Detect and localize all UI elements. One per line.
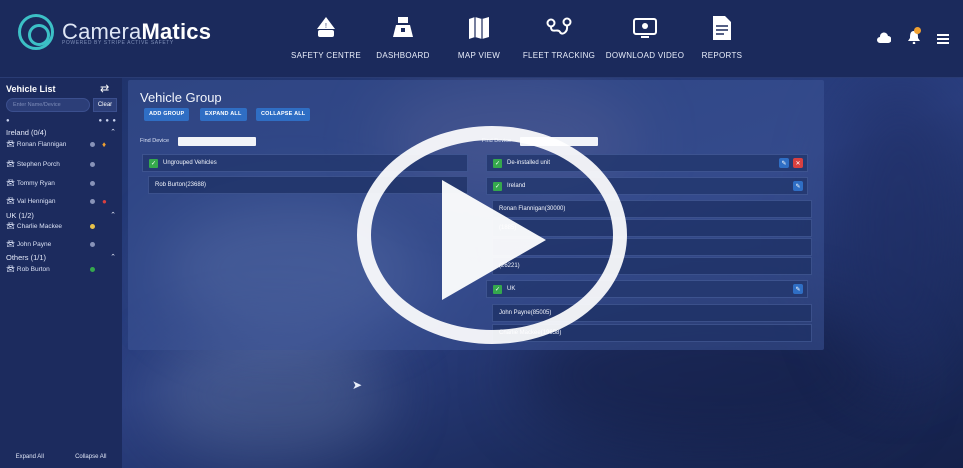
group-others[interactable]: Others (1/1) ⌃ [6, 253, 118, 262]
cloud-upload-icon[interactable] [877, 31, 892, 49]
car-icon: 🚘︎ [6, 241, 15, 248]
svg-text:!: ! [325, 23, 327, 30]
status-dot [90, 161, 95, 167]
status-dot [90, 223, 95, 229]
group-uk[interactable]: UK (1/2) ⌃ [6, 211, 118, 220]
vehicle-list-sidebar: Vehicle List ⇄ Enter Name/Device Clear ●… [0, 78, 122, 468]
add-group-button[interactable]: ADD GROUP [144, 108, 190, 121]
clear-search-button[interactable]: Clear [93, 98, 117, 112]
status-dot [90, 266, 95, 272]
brand-tagline: POWERED BY STRIPE ACTIVE SAFETY [62, 40, 174, 46]
nav-fleet-tracking[interactable]: FLEET TRACKING [518, 14, 600, 60]
nav-reports[interactable]: REPORTS [690, 14, 754, 60]
car-icon: 🚘︎ [6, 198, 15, 205]
car-icon: 🚘︎ [6, 161, 15, 168]
edit-icon[interactable]: ✎ [793, 284, 803, 294]
car-icon: 🚘︎ [6, 266, 15, 273]
car-icon: 🚘︎ [6, 180, 15, 187]
status-filter-row: ● ● ● ● [6, 118, 116, 124]
camera-lens-icon [18, 14, 54, 50]
collapse-all-button[interactable]: COLLAPSE ALL [256, 108, 311, 121]
vehicle-item[interactable]: 🚘︎ Val Hennigan ● [6, 196, 118, 206]
header-actions [877, 27, 949, 49]
swap-arrows-icon[interactable]: ⇄ [100, 82, 109, 95]
group-ireland[interactable]: Ireland (0/4) ⌃ [6, 128, 118, 137]
find-device-input-left[interactable] [178, 137, 256, 146]
vehicle-item[interactable]: 🚘︎ Ronan Flannigan ♦ [6, 139, 118, 149]
play-icon[interactable] [442, 180, 546, 300]
vehicle-item[interactable]: 🚘︎ Stephen Porch [6, 160, 118, 168]
car-icon: 🚘︎ [6, 141, 15, 148]
dashboard-icon [392, 14, 414, 42]
status-dot [90, 180, 95, 186]
nav-dashboard[interactable]: DASHBOARD [366, 14, 440, 60]
alert-icon: ● [102, 196, 107, 206]
notification-bell-icon[interactable] [907, 27, 921, 49]
sidebar-footer: Expand All Collapse All [0, 446, 122, 468]
hamburger-menu-icon[interactable] [937, 31, 949, 49]
report-icon [712, 14, 732, 42]
collapse-all-link[interactable]: Collapse All [75, 454, 106, 460]
nav-safety-centre[interactable]: ! SAFETY CENTRE [286, 14, 366, 60]
edit-icon[interactable]: ✎ [793, 181, 803, 191]
chevron-up-icon: ⌃ [110, 212, 116, 219]
status-dot [90, 198, 95, 204]
expand-all-link[interactable]: Expand All [16, 454, 44, 460]
status-dot [90, 141, 95, 147]
car-warning-icon: ! [315, 14, 337, 42]
top-header: CameraMatics POWERED BY STRIPE ACTIVE SA… [0, 0, 963, 78]
chevron-up-icon: ⌃ [110, 129, 116, 136]
edit-icon[interactable]: ✎ [779, 158, 789, 168]
status-dot [90, 241, 95, 247]
notification-badge [914, 27, 921, 34]
sidebar-title: Vehicle List [6, 84, 56, 94]
video-download-icon [633, 14, 657, 42]
car-icon: 🚘︎ [6, 223, 15, 230]
main-nav: ! SAFETY CENTRE DASHBOARD MAP VIEW FLEET… [286, 14, 754, 60]
chevron-up-icon: ⌃ [110, 254, 116, 261]
page-title: Vehicle Group [140, 90, 222, 105]
nav-map-view[interactable]: MAP VIEW [440, 14, 518, 60]
mouse-cursor-icon: ➤ [352, 378, 363, 392]
vehicle-search-input[interactable]: Enter Name/Device [6, 98, 90, 112]
status-filter-icons[interactable]: ● ● ● [98, 118, 116, 124]
status-filter-icon[interactable]: ● [6, 118, 10, 124]
vehicle-item[interactable]: 🚘︎ John Payne [6, 240, 118, 248]
route-icon [546, 14, 572, 42]
delete-icon[interactable]: ✕ [793, 158, 803, 168]
expand-all-button[interactable]: EXPAND ALL [200, 108, 247, 121]
map-icon [468, 14, 490, 42]
nav-download-video[interactable]: DOWNLOAD VIDEO [600, 14, 690, 60]
find-device-label: Find Device [140, 138, 170, 144]
vehicle-item[interactable]: 🚘︎ Tommy Ryan [6, 179, 118, 187]
alert-icon: ♦ [102, 139, 107, 149]
check-icon[interactable]: ✓ [149, 158, 158, 168]
vehicle-item[interactable]: 🚘︎ Rob Burton [6, 265, 118, 273]
vehicle-item[interactable]: 🚘︎ Charlie Mackee [6, 222, 118, 230]
